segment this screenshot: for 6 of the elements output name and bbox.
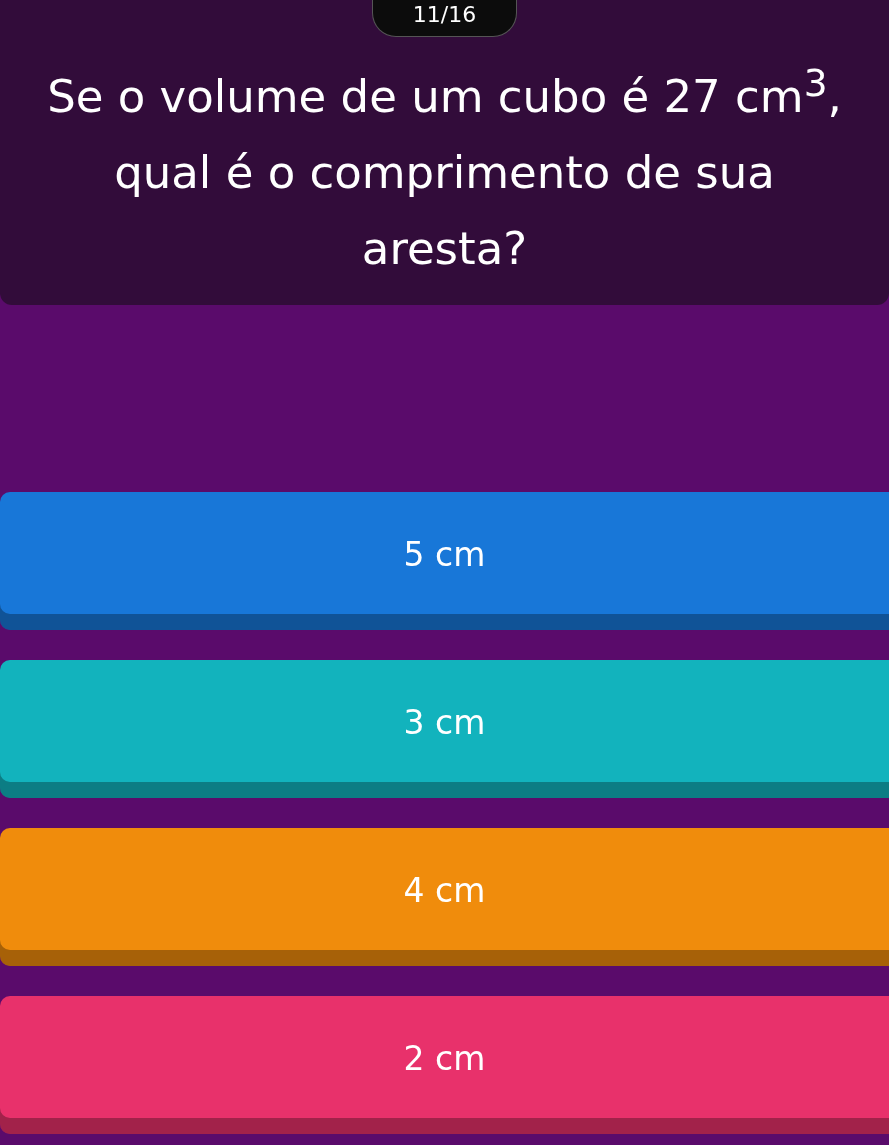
answer-option[interactable]: 5 cm (0, 492, 889, 630)
question-counter: 11/16 (371, 0, 518, 37)
answer-option[interactable]: 2 cm (0, 996, 889, 1134)
answer-option[interactable]: 3 cm (0, 660, 889, 798)
question-text: Se o volume de um cubo é 27 cm$^{3}$, qual é o comprimento de sua aresta? (46, 60, 843, 277)
answer-option[interactable]: 4 cm (0, 828, 889, 966)
